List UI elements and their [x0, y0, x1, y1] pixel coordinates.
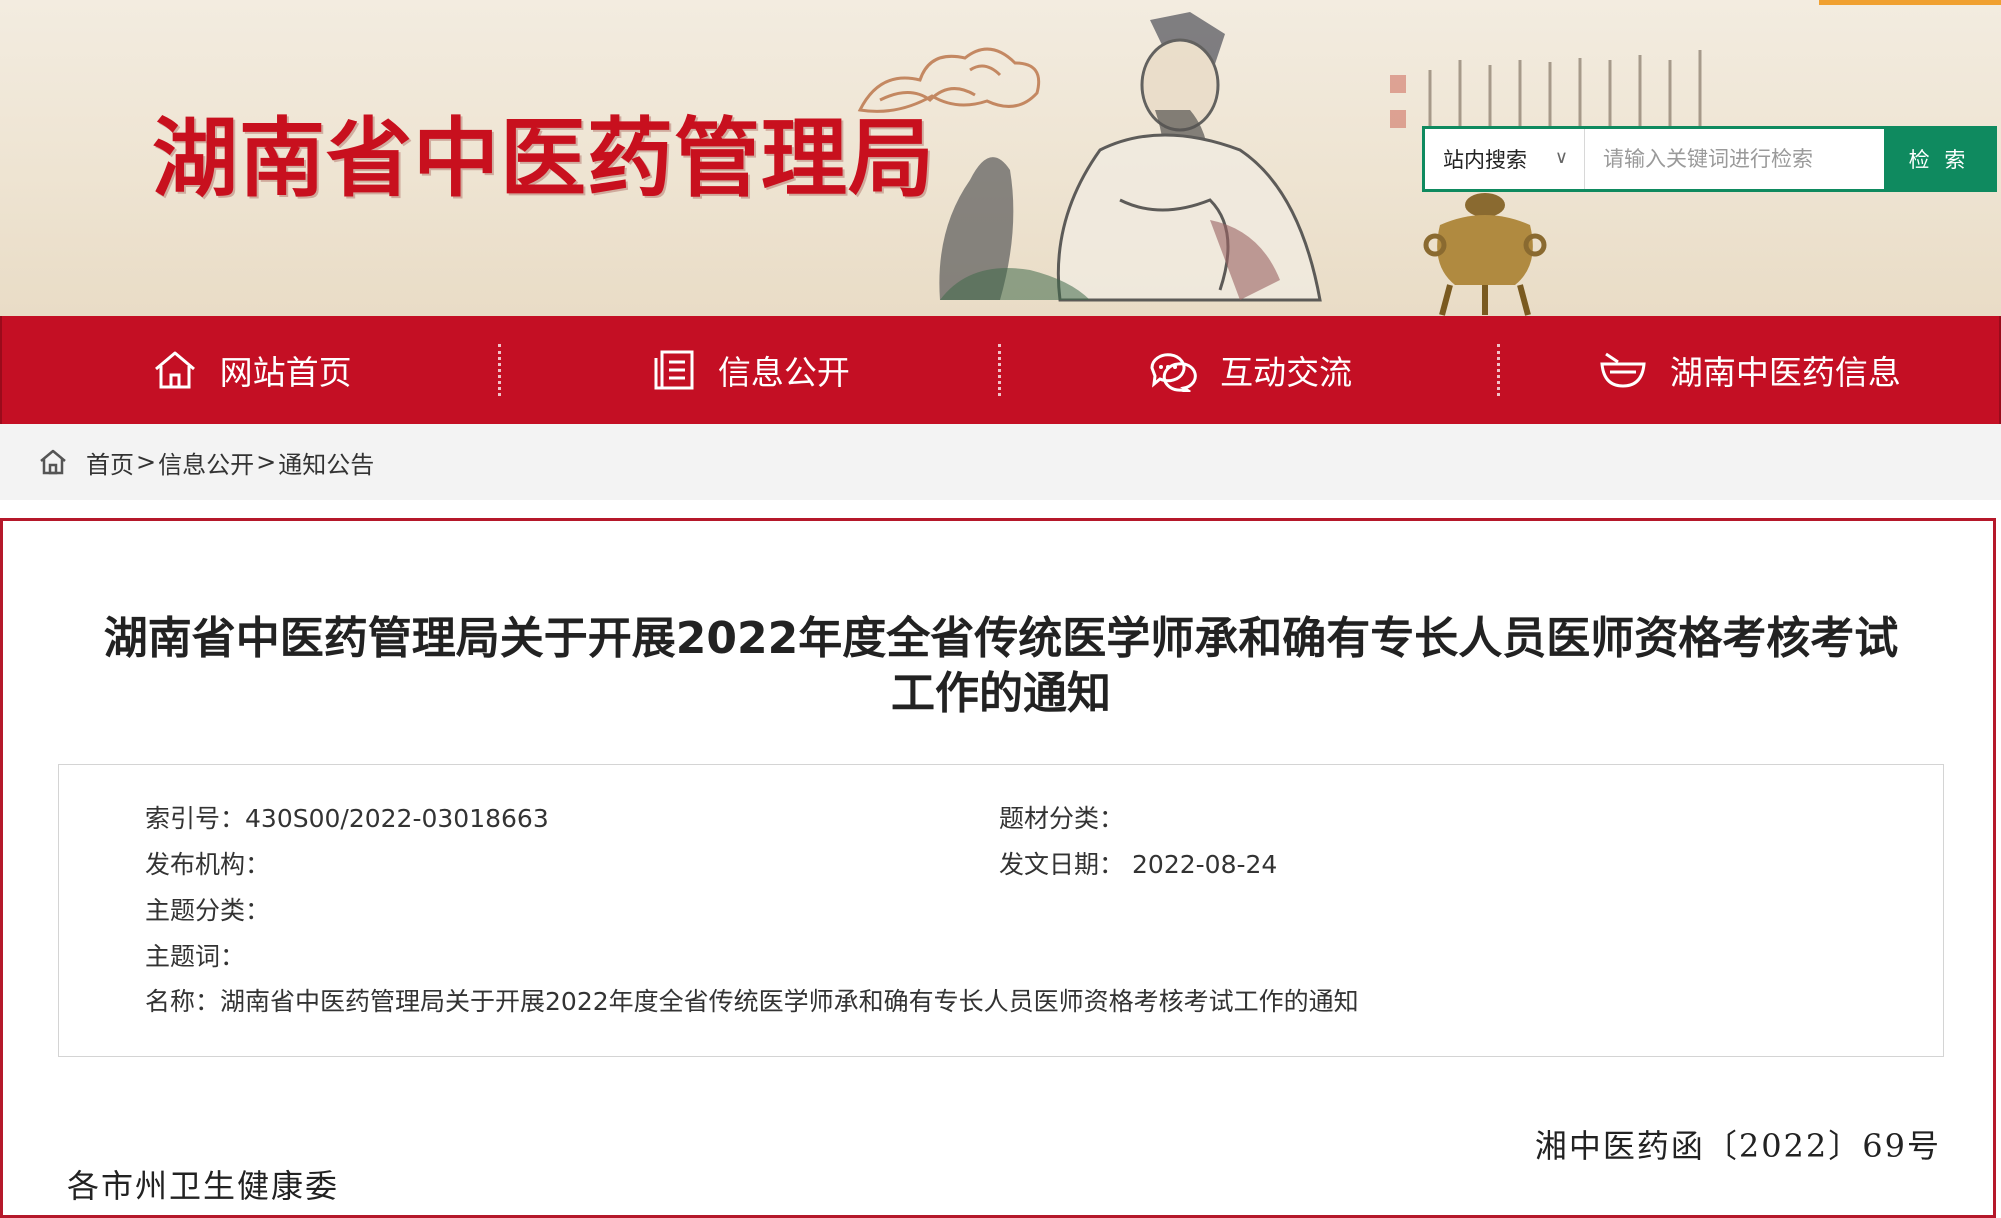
nav-item-home[interactable]: 网站首页 [2, 316, 502, 424]
site-search: 站内搜索 ∨ 检 索 [1422, 126, 1997, 192]
nav-item-label: 湖南中医药信息 [1669, 353, 1901, 392]
breadcrumb-separator: > [136, 448, 157, 476]
meta-label: 发布机构： [145, 850, 271, 879]
meta-value: 湖南省中医药管理局关于开展2022年度全省传统医学师承和确有专长人员医师资格考核… [220, 987, 1359, 1016]
chat-bubbles-icon [1150, 353, 1197, 392]
nav-item-info-public[interactable]: 信息公开 [501, 316, 1001, 424]
meta-date: 发文日期： 2022-08-24 [999, 845, 1277, 881]
nav-item-tcm-info[interactable]: 湖南中医药信息 [1500, 316, 1999, 424]
document-number: 湘中医药函〔2022〕69号 [1534, 1127, 1941, 1165]
meta-label: 主题词： [145, 942, 246, 971]
chevron-down-icon: ∨ [1554, 147, 1568, 168]
document-recipient: 各市州卫生健康委 [67, 1167, 340, 1205]
breadcrumb-link-notices[interactable]: 通知公告 [278, 445, 374, 480]
breadcrumb-separator: > [256, 448, 277, 476]
search-scope-label: 站内搜索 [1443, 148, 1527, 172]
meta-value: 2022-08-24 [1132, 850, 1278, 879]
banner-accent-strip [1819, 0, 2001, 5]
meta-label: 题材分类： [999, 804, 1125, 833]
meta-value: 430S00/2022-03018663 [245, 804, 549, 833]
incense-burner-image [1423, 193, 1547, 316]
meta-name: 名称：湖南省中医药管理局关于开展2022年度全省传统医学师承和确有专长人员医师资… [145, 982, 1359, 1018]
home-icon [40, 449, 66, 475]
breadcrumb-link-info-public[interactable]: 信息公开 [158, 445, 254, 480]
meta-index: 索引号：430S00/2022-03018663 [145, 799, 549, 835]
article-title: 湖南省中医药管理局关于开展2022年度全省传统医学师承和确有专长人员医师资格考核… [43, 611, 1959, 721]
header-banner: 湖南省中医药管理局 站内搜索 ∨ 检 索 [0, 0, 2001, 316]
search-input[interactable] [1585, 129, 1884, 189]
meta-publisher: 发布机构： [145, 845, 270, 881]
metadata-box: 索引号：430S00/2022-03018663 题材分类： 发布机构： 发文日… [58, 764, 1944, 1057]
meta-label: 发文日期： [999, 850, 1125, 879]
nav-item-interaction[interactable]: 互动交流 [1001, 316, 1500, 424]
breadcrumb: 首页 > 信息公开 > 通知公告 [0, 424, 2001, 500]
main-nav: 网站首页 信息公开 互动交流 湖南中医药信息 [0, 316, 2001, 424]
nav-item-label: 网站首页 [219, 353, 352, 392]
article-title-line: 湖南省中医药管理局关于开展2022年度全省传统医学师承和确有专长人员医师资格考核… [103, 613, 1899, 664]
site-title-logo[interactable]: 湖南省中医药管理局 [152, 88, 935, 213]
article-title-line: 工作的通知 [891, 668, 1111, 719]
meta-category: 题材分类： [999, 799, 1124, 835]
nav-item-label: 互动交流 [1220, 353, 1353, 392]
home-icon [154, 351, 195, 389]
meta-keywords: 主题词： [145, 937, 245, 973]
article-panel: 湖南省中医药管理局关于开展2022年度全省传统医学师承和确有专长人员医师资格考核… [0, 518, 1996, 1218]
meta-label: 索引号： [145, 804, 246, 833]
meta-subject: 主题分类： [145, 891, 270, 927]
nav-item-label: 信息公开 [717, 353, 850, 392]
breadcrumb-link-home[interactable]: 首页 [86, 445, 134, 480]
document-icon [654, 350, 694, 390]
search-button[interactable]: 检 索 [1884, 129, 1994, 189]
meta-label: 主题分类： [145, 896, 271, 925]
meta-label: 名称： [145, 987, 221, 1016]
herb-bowl-icon [1600, 352, 1646, 388]
search-scope-select[interactable]: 站内搜索 ∨ [1425, 129, 1585, 189]
